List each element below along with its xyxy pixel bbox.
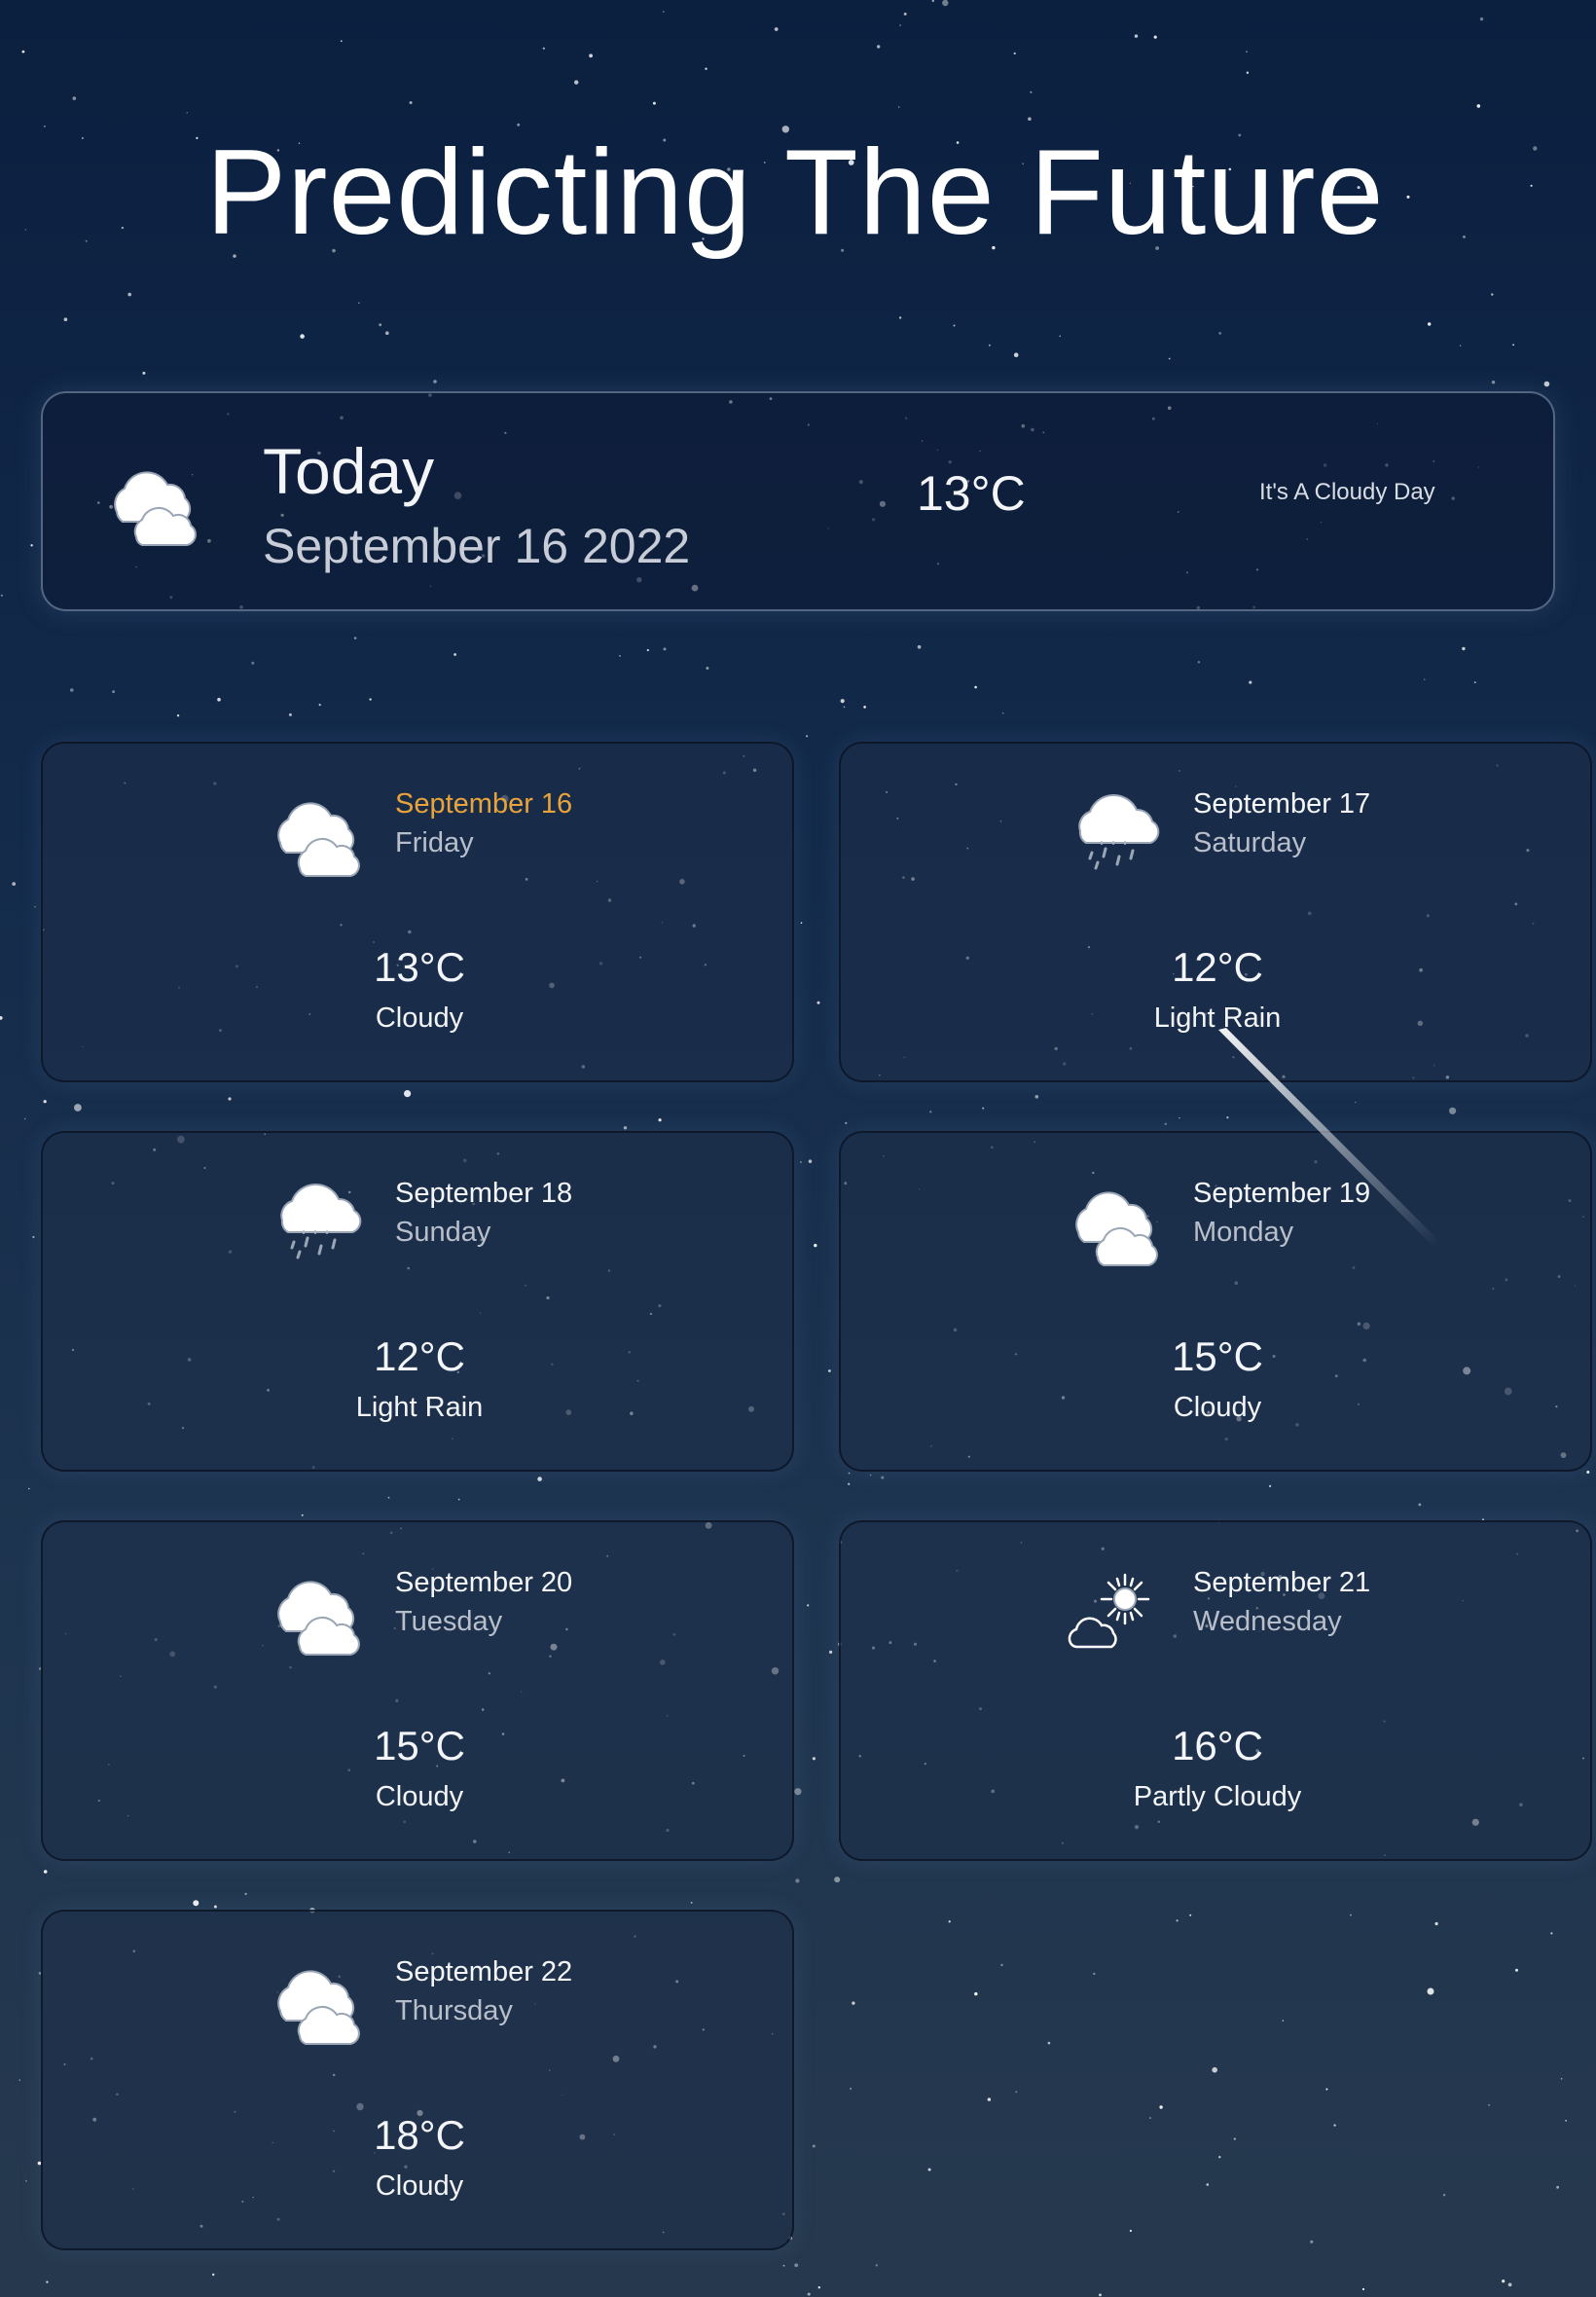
forecast-date: September 21 — [1193, 1567, 1371, 1598]
forecast-temperature: 16°C — [1172, 1723, 1263, 1768]
forecast-weekday: Friday — [395, 827, 474, 858]
cloudy-icon — [1075, 1191, 1158, 1266]
today-label: Today — [263, 435, 435, 507]
partly-cloudy-icon — [1068, 1573, 1150, 1649]
forecast-condition: Cloudy — [375, 1781, 464, 1812]
forecast-card: September 20 Tuesday 15°C Cloudy — [41, 1520, 794, 1861]
forecast-card: September 21 Wednesday 16°C Partly Cloud… — [839, 1520, 1592, 1861]
forecast-condition: Light Rain — [1153, 1003, 1282, 1034]
forecast-weekday: Monday — [1193, 1217, 1294, 1248]
page-title-text: Predicting The Future — [205, 126, 1385, 260]
cloudy-icon — [277, 1581, 360, 1656]
cloudy-icon — [277, 802, 360, 877]
forecast-temperature: 13°C — [374, 944, 465, 990]
forecast-temperature: 18°C — [374, 2112, 465, 2158]
forecast-card: September 22 Thursday 18°C Cloudy — [41, 1910, 794, 2250]
forecast-date: September 19 — [1193, 1178, 1371, 1209]
forecast-weekday: Saturday — [1193, 827, 1307, 858]
forecast-date: September 18 — [395, 1178, 573, 1209]
light-rain-icon — [280, 1183, 362, 1259]
weather-page: Predicting The Future Today September 16… — [0, 0, 1596, 2297]
page-title: Predicting The Future — [0, 126, 1596, 260]
forecast-temperature: 15°C — [374, 1723, 465, 1768]
forecast-condition: Cloudy — [1173, 1392, 1262, 1423]
forecast-condition: Light Rain — [355, 1392, 484, 1423]
forecast-temperature: 15°C — [1172, 1333, 1263, 1379]
forecast-card: September 18 Sunday 12°C Light Rain — [41, 1131, 794, 1472]
forecast-weekday: Tuesday — [395, 1606, 503, 1637]
forecast-condition: Cloudy — [375, 2170, 464, 2202]
forecast-date: September 22 — [395, 1956, 573, 1987]
forecast-card: September 17 Saturday 12°C Light Rain — [839, 742, 1592, 1082]
today-description: It's A Cloudy Day — [1259, 479, 1435, 505]
forecast-weekday: Sunday — [395, 1217, 491, 1248]
forecast-date: September 16 — [395, 788, 573, 820]
forecast-card: September 19 Monday 15°C Cloudy — [839, 1131, 1592, 1472]
forecast-condition: Cloudy — [375, 1003, 464, 1034]
forecast-temperature: 12°C — [374, 1333, 465, 1379]
cloudy-icon — [277, 1970, 360, 2045]
forecast-date: September 20 — [395, 1567, 573, 1598]
light-rain-icon — [1078, 793, 1160, 870]
forecast-weekday: Thursday — [395, 1995, 513, 2026]
today-card: Today September 16 2022 13°C It's A Clou… — [41, 391, 1555, 611]
forecast-date: September 17 — [1193, 788, 1371, 820]
cloudy-icon — [114, 471, 197, 546]
forecast-card: September 16 Friday 13°C Cloudy — [41, 742, 794, 1082]
forecast-temperature: 12°C — [1172, 944, 1263, 990]
today-temperature: 13°C — [917, 466, 1026, 521]
forecast-condition: Partly Cloudy — [1133, 1781, 1302, 1812]
forecast-weekday: Wednesday — [1193, 1606, 1342, 1637]
today-date: September 16 2022 — [263, 519, 691, 573]
